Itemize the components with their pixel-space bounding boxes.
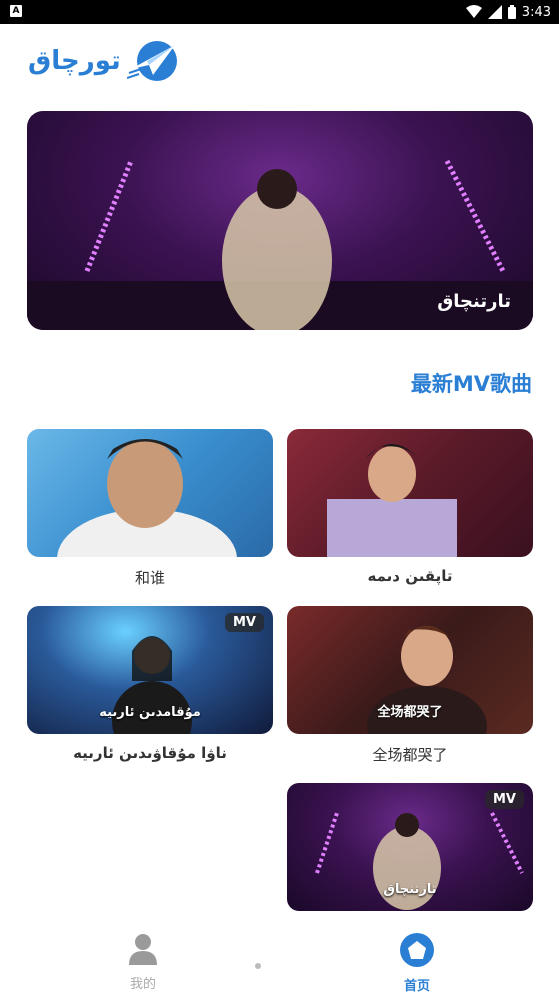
- thumbnail-caption: تارتنچاق: [383, 882, 437, 897]
- bottom-navigation: 我的 首页: [0, 925, 559, 997]
- status-bar: A 3:43: [0, 0, 559, 24]
- featured-banner[interactable]: تارتنچاق: [27, 111, 533, 330]
- section-title: 最新MV歌曲: [410, 372, 532, 396]
- clock: 3:43: [521, 4, 551, 20]
- video-thumbnail[interactable]: 全场都哭了: [287, 606, 533, 734]
- home-icon: [400, 933, 434, 967]
- video-card[interactable]: 和谁: [27, 429, 273, 588]
- nav-tab-home[interactable]: 首页: [377, 933, 457, 994]
- video-title[interactable]: 全场都哭了: [287, 744, 533, 765]
- video-thumbnail[interactable]: MV تارتنچاق: [287, 783, 533, 911]
- logo-text: تورچاق: [28, 46, 121, 76]
- signal-icon: [487, 5, 502, 19]
- notification-icon: A: [10, 5, 22, 17]
- video-title[interactable]: ناۋا مۇقاۋىدىن ئارىيە: [27, 744, 273, 762]
- mv-badge: MV: [485, 790, 524, 809]
- thumbnail-graphic: [327, 444, 457, 557]
- video-card[interactable]: تاپقىن دىمە: [287, 429, 533, 585]
- video-thumbnail[interactable]: [287, 429, 533, 557]
- thumbnail-caption: 全场都哭了: [377, 705, 443, 720]
- nav-label-me: 我的: [129, 977, 156, 992]
- banner-caption: تارتنچاق: [437, 291, 511, 312]
- thumbnail-graphic: [57, 439, 237, 557]
- page-indicator-dot: [255, 963, 261, 969]
- paper-plane-logo-icon: [126, 41, 177, 81]
- video-thumbnail[interactable]: [27, 429, 273, 557]
- status-icons: 3:43: [465, 3, 551, 21]
- wifi-icon: [465, 5, 482, 18]
- video-card[interactable]: MV تارتنچاق: [287, 783, 533, 911]
- battery-icon: [507, 5, 516, 19]
- mv-badge: MV: [225, 613, 264, 632]
- app-logo: تورچاق: [28, 36, 179, 86]
- video-title[interactable]: 和谁: [27, 567, 273, 588]
- video-thumbnail[interactable]: MV مۇقامدىن ئارىيە: [27, 606, 273, 734]
- thumbnail-caption: مۇقامدىن ئارىيە: [99, 705, 201, 720]
- video-title[interactable]: تاپقىن دىمە: [287, 567, 533, 585]
- video-card[interactable]: 全场都哭了 全场都哭了: [287, 606, 533, 765]
- nav-tab-me[interactable]: 我的: [103, 933, 183, 992]
- video-card[interactable]: MV مۇقامدىن ئارىيە ناۋا مۇقاۋىدىن ئارىيە: [27, 606, 273, 762]
- user-icon: [129, 934, 157, 965]
- nav-label-home: 首页: [403, 979, 430, 994]
